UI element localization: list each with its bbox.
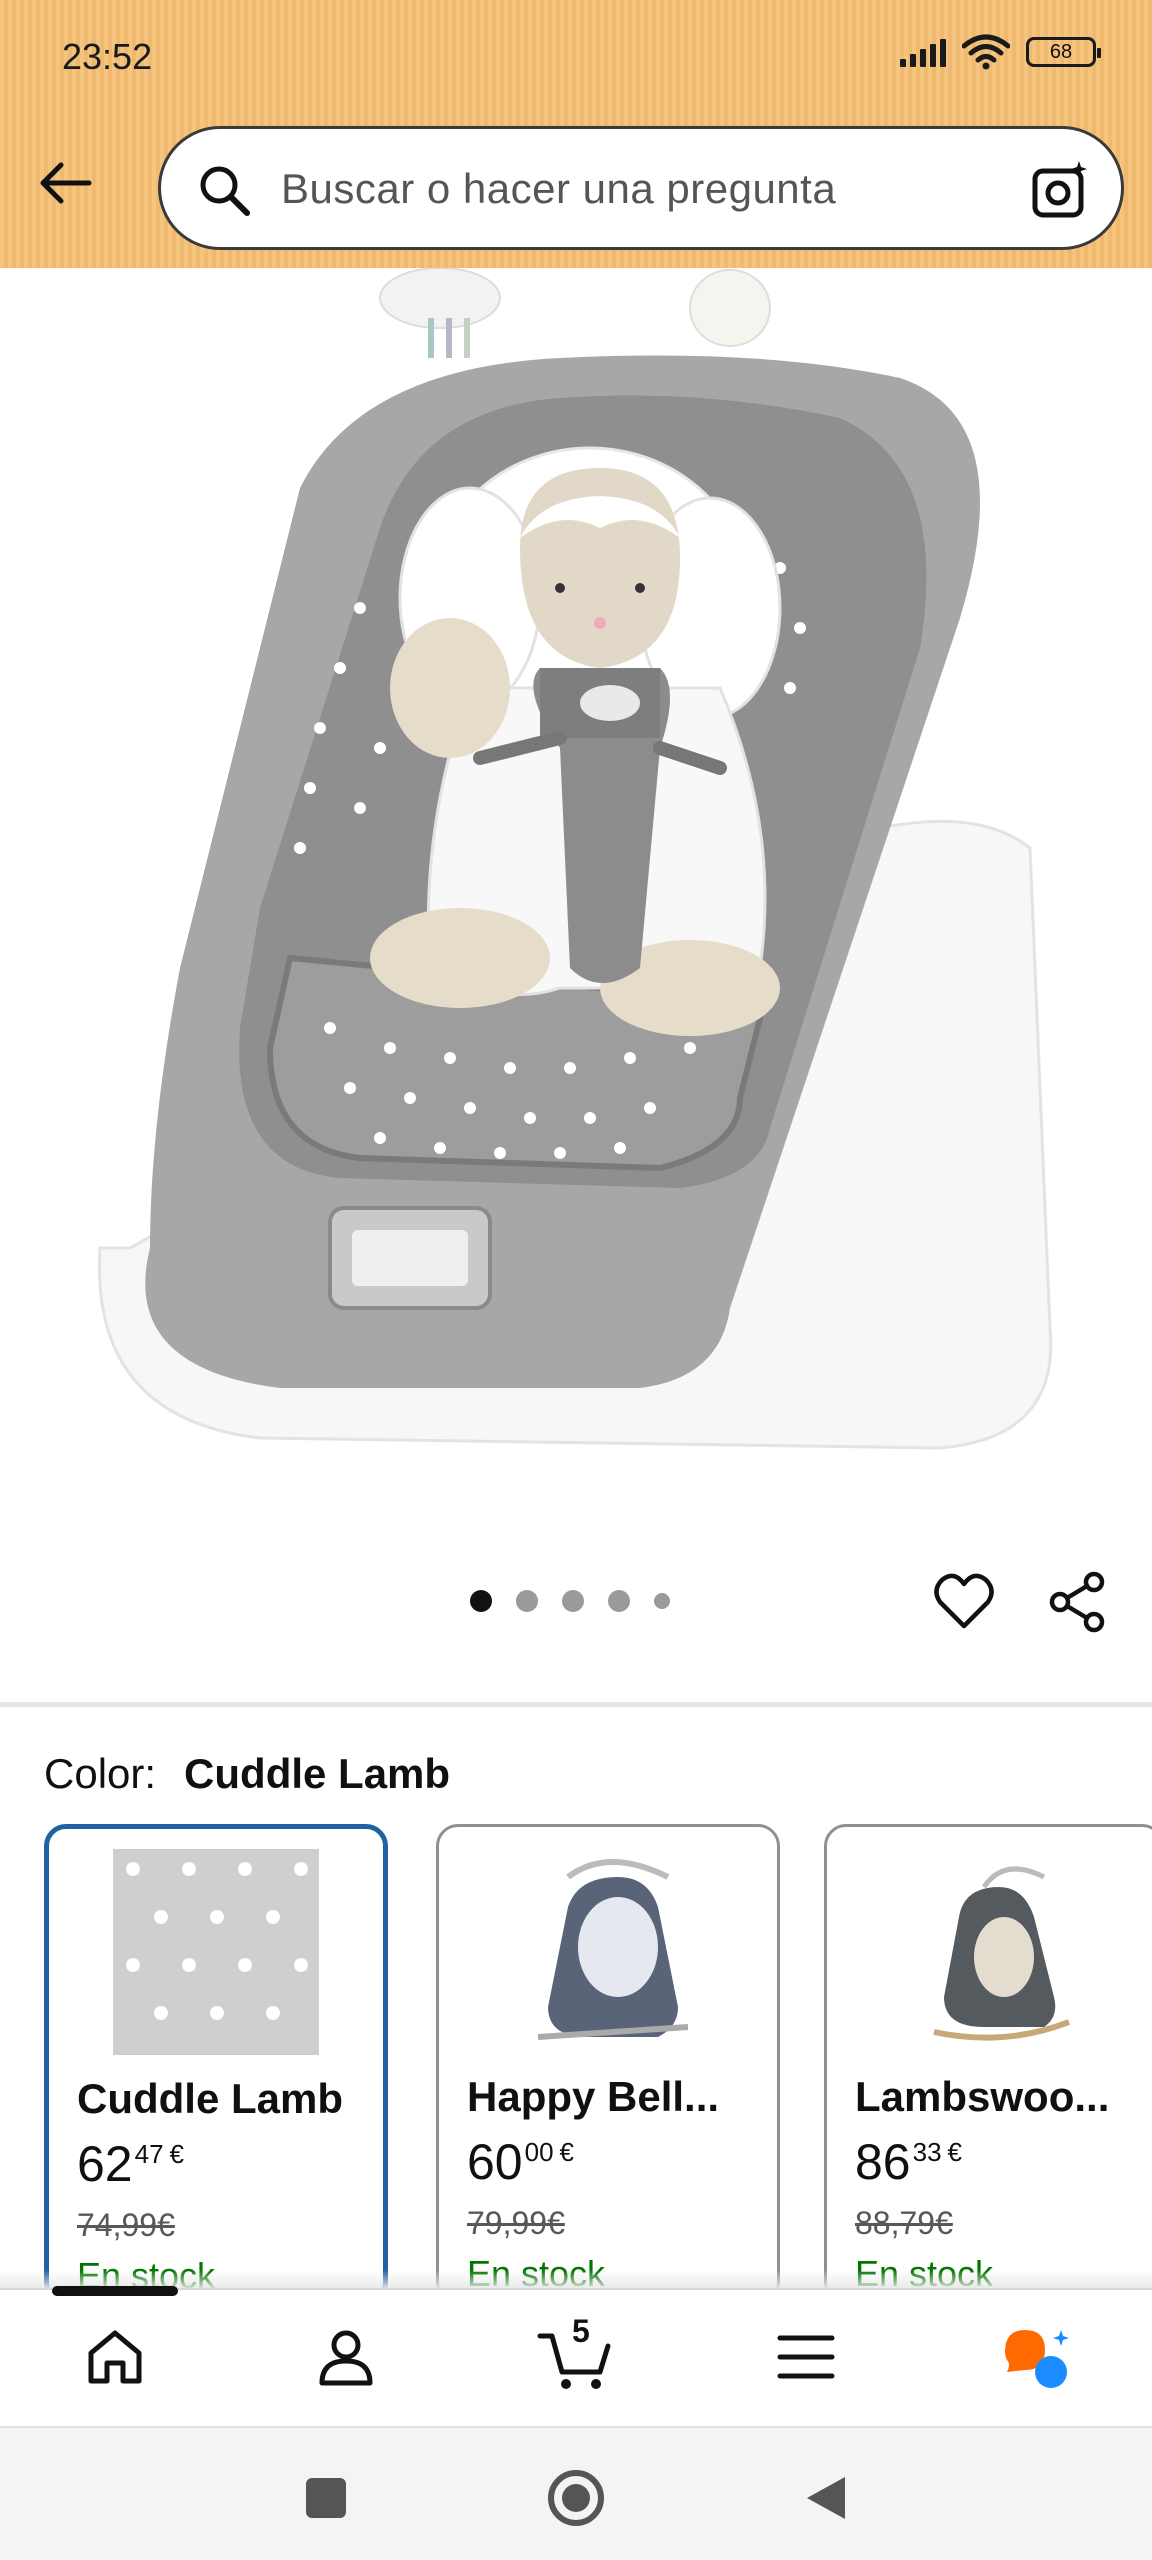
variant-card-cuddle-lamb[interactable]: Cuddle Lamb 62 47 € 74,99€ En stock	[44, 1824, 388, 2304]
variant-price: 62 47 €	[77, 2135, 184, 2193]
bouncer-thumbnail-grey	[933, 1866, 1071, 2041]
variant-old-price: 79,99€	[467, 2205, 565, 2241]
hamburger-menu-icon	[777, 2335, 835, 2379]
price-fraction: 33	[912, 2137, 942, 2167]
battery-level: 68	[1049, 40, 1073, 63]
price-currency: €	[559, 2137, 575, 2167]
price-currency: €	[947, 2137, 963, 2167]
nav-menu[interactable]	[756, 2307, 856, 2407]
signal-icon	[900, 37, 946, 67]
baby-bouncer-illustration	[97, 267, 1053, 1450]
image-carousel-indicator[interactable]	[470, 1590, 670, 1612]
color-selector-heading: Color: Cuddle Lamb	[44, 1750, 450, 1798]
top-header: 23:52 68 Buscar o hacer una pregunta	[0, 0, 1152, 268]
variant-old-price: 74,99€	[77, 2207, 175, 2243]
recent-apps-button[interactable]	[296, 2468, 356, 2528]
back-system-button[interactable]	[796, 2468, 856, 2528]
carousel-dot[interactable]	[470, 1590, 492, 1612]
variant-old-price: 88,79€	[855, 2205, 953, 2241]
polka-dot-swatch	[113, 1849, 319, 2055]
variant-card-lambswool[interactable]: Lambswoo... 86 33 € 88,79€ En stock	[824, 1824, 1152, 2304]
status-bar: 23:52 68	[0, 0, 1152, 115]
price-whole: 60	[467, 2134, 523, 2190]
carousel-dot[interactable]	[516, 1590, 538, 1612]
active-tab-indicator	[52, 2286, 178, 2296]
variant-card-happy-belly[interactable]: Happy Bell... 60 00 € 79,99€ En stock	[436, 1824, 780, 2304]
variant-thumbnail	[827, 1847, 1152, 2057]
home-icon	[88, 2330, 142, 2384]
search-input[interactable]: Buscar o hacer una pregunta	[158, 126, 1124, 250]
nav-home[interactable]	[65, 2307, 165, 2407]
carousel-dot[interactable]	[654, 1593, 670, 1609]
selected-color-value: Cuddle Lamb	[184, 1750, 451, 1797]
circle-home-icon	[548, 2470, 604, 2526]
nav-rufus-assistant[interactable]	[987, 2307, 1087, 2407]
assistant-chat-icon	[1004, 2330, 1069, 2388]
color-label: Color:	[44, 1750, 157, 1797]
carousel-dot[interactable]	[608, 1590, 630, 1612]
square-icon	[306, 2478, 346, 2518]
status-time: 23:52	[62, 36, 153, 77]
variant-price: 86 33 €	[855, 2133, 962, 2191]
price-whole: 86	[855, 2134, 911, 2190]
triangle-back-icon	[807, 2477, 845, 2519]
home-system-button[interactable]	[546, 2468, 606, 2528]
variant-name: Cuddle Lamb	[77, 2075, 344, 2122]
variant-price: 60 00 €	[467, 2133, 574, 2191]
price-fraction: 00	[524, 2137, 554, 2167]
back-button[interactable]	[30, 150, 100, 216]
share-icon	[1049, 1571, 1105, 1633]
heart-icon	[934, 1573, 994, 1629]
search-icon	[200, 166, 250, 216]
system-navigation-bar	[0, 2426, 1152, 2560]
status-icons: 68	[900, 34, 1101, 70]
wifi-icon	[962, 34, 1010, 70]
search-placeholder: Buscar o hacer una pregunta	[281, 165, 837, 212]
product-image[interactable]	[0, 267, 1152, 1508]
bouncer-thumbnail-navy	[537, 1859, 689, 2040]
user-icon	[319, 2330, 373, 2386]
variant-thumbnail	[439, 1847, 777, 2057]
price-fraction: 47	[134, 2139, 164, 2169]
variant-swatch	[49, 1849, 383, 2059]
nav-account[interactable]	[296, 2307, 396, 2407]
price-whole: 62	[77, 2136, 133, 2192]
carousel-dot[interactable]	[562, 1590, 584, 1612]
cart-count-badge: 5	[571, 2313, 590, 2349]
share-button[interactable]	[1046, 1570, 1110, 1634]
battery-icon: 68	[1026, 37, 1101, 67]
variant-name: Lambswoo...	[855, 2073, 1110, 2120]
variant-name: Happy Bell...	[467, 2073, 720, 2120]
bottom-navigation: 5	[0, 2288, 1152, 2424]
camera-search-icon[interactable]	[1029, 157, 1093, 221]
nav-cart[interactable]: 5	[526, 2307, 626, 2407]
wishlist-button[interactable]	[932, 1570, 996, 1634]
section-divider	[0, 1702, 1152, 1707]
price-currency: €	[169, 2139, 185, 2169]
back-arrow-icon	[40, 162, 92, 204]
